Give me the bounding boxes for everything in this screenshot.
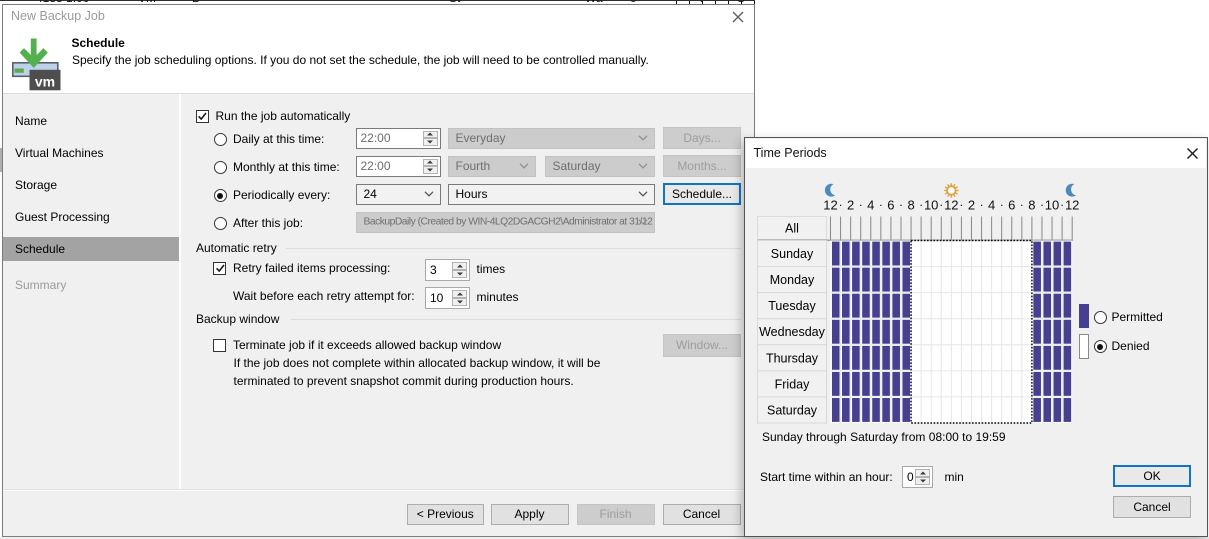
svg-text:Friday: Friday <box>775 377 810 391</box>
svg-text:·: · <box>939 198 943 212</box>
svg-text:·: · <box>980 198 984 212</box>
svg-text:4: 4 <box>988 198 995 213</box>
svg-text:·: · <box>879 198 883 212</box>
svg-text:·: · <box>1000 198 1004 212</box>
svg-text:·: · <box>1020 198 1024 212</box>
svg-text:·: · <box>1040 198 1044 212</box>
svg-text:10: 10 <box>924 198 938 213</box>
svg-text:·: · <box>899 198 903 212</box>
svg-text:12: 12 <box>1065 198 1079 213</box>
svg-text:·: · <box>859 198 863 212</box>
svg-text:2: 2 <box>847 198 854 213</box>
svg-text:8: 8 <box>907 198 914 213</box>
svg-text:Monday: Monday <box>770 273 815 287</box>
svg-text:Wednesday: Wednesday <box>759 325 826 339</box>
svg-text:10: 10 <box>1045 198 1059 213</box>
svg-text:12: 12 <box>823 198 837 213</box>
svg-text:12: 12 <box>944 198 958 213</box>
svg-text:All: All <box>785 222 799 236</box>
svg-text:Sunday: Sunday <box>771 247 814 261</box>
svg-text:Tuesday: Tuesday <box>768 299 816 313</box>
svg-text:·: · <box>919 198 923 212</box>
svg-text:vm: vm <box>35 74 55 90</box>
svg-text:Saturday: Saturday <box>767 403 818 417</box>
svg-text:2: 2 <box>968 198 975 213</box>
svg-text:·: · <box>1060 198 1064 212</box>
svg-text:6: 6 <box>1008 198 1015 213</box>
svg-text:6: 6 <box>887 198 894 213</box>
svg-text:4: 4 <box>867 198 874 213</box>
svg-text:·: · <box>839 198 843 212</box>
svg-text:8: 8 <box>1028 198 1035 213</box>
svg-text:Thursday: Thursday <box>766 351 819 365</box>
svg-text:·: · <box>959 198 963 212</box>
